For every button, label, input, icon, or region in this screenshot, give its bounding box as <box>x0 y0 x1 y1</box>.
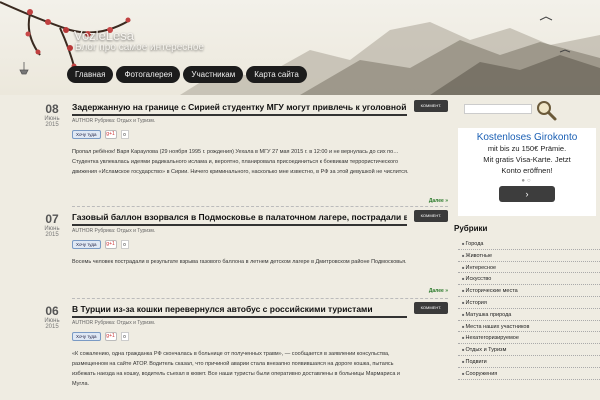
post-date: 07 Июнь 2015 <box>38 212 66 238</box>
nav-item-members[interactable]: Участникам <box>183 66 244 83</box>
share-row: Хочу туда g+1 0 <box>72 332 448 341</box>
post-item: 08 Июнь 2015 Задержанную на границе с Си… <box>38 96 448 206</box>
search-input[interactable] <box>464 104 532 114</box>
rubrics-heading: Рубрики <box>454 224 488 233</box>
rubric-item[interactable]: Животные <box>458 250 600 262</box>
read-more-link[interactable]: Далее » <box>429 198 448 204</box>
rubric-item[interactable]: Места наших участников <box>458 321 600 333</box>
rubric-item[interactable]: Подвиги <box>458 356 600 368</box>
post-date: 06 Июнь 2015 <box>38 304 66 330</box>
gplus-count: 0 <box>120 130 129 139</box>
gplus-button[interactable]: g+1 <box>104 240 117 249</box>
site-title[interactable]: VozleLesa <box>74 28 134 43</box>
share-row: Хочу туда g+1 0 <box>72 240 448 249</box>
date-day: 06 <box>45 304 59 318</box>
rubric-item[interactable]: Города <box>458 238 600 250</box>
rubric-item[interactable]: История <box>458 297 600 309</box>
post-list: 08 Июнь 2015 Задержанную на границе с Си… <box>38 96 448 400</box>
gplus-button[interactable]: g+1 <box>104 130 117 139</box>
nav-item-sitemap[interactable]: Карта сайта <box>246 66 307 83</box>
title-underline <box>72 316 407 318</box>
rubric-item[interactable]: Искусство <box>458 273 600 286</box>
nav-item-home[interactable]: Главная <box>67 66 114 83</box>
share-button[interactable]: Хочу туда <box>72 240 101 249</box>
comment-badge[interactable]: КОММЕНТ. <box>414 100 448 112</box>
ad-title[interactable]: Kostenloses Girokonto <box>458 132 596 143</box>
rubric-item[interactable]: Отдых и Туризм <box>458 344 600 356</box>
ad-line-3: Konto eröffnen! <box>501 166 553 175</box>
post-item: 07 Июнь 2015 Газовый баллон взорвался в … <box>38 206 448 298</box>
post-body: В Турции из-за кошки перевернулся автобу… <box>72 298 448 389</box>
read-more-link[interactable]: Далее » <box>429 288 448 294</box>
rubric-item[interactable]: Сооружения <box>458 368 600 380</box>
date-year: 2015 <box>45 324 59 330</box>
search-icon[interactable] <box>534 98 558 122</box>
post-body: Газовый баллон взорвался в Подмосковье в… <box>72 206 448 294</box>
rubric-list: Города Животные Интересное Искусство Ист… <box>458 238 600 380</box>
comment-badge[interactable]: КОММЕНТ. <box>414 210 448 222</box>
date-year: 2015 <box>45 122 59 128</box>
post-date: 08 Июнь 2015 <box>38 102 66 128</box>
rubric-item[interactable]: Матушка природа <box>458 309 600 321</box>
main-nav: Главная Фотогалерея Участникам Карта сай… <box>67 66 307 83</box>
advertisement[interactable]: Kostenloses Girokonto mit bis zu 150€ Pr… <box>458 128 596 216</box>
share-button[interactable]: Хочу туда <box>72 332 101 341</box>
gplus-count: 0 <box>120 240 129 249</box>
post-meta: AUTHOR Рубрика: Отдых и Туризм. <box>72 118 156 124</box>
post-excerpt: Пропал ребёнок! Варя Караулова (29 ноябр… <box>72 149 409 175</box>
date-day: 08 <box>45 102 59 116</box>
ad-arrow-button[interactable]: › <box>499 186 555 202</box>
gplus-count: 0 <box>120 332 129 341</box>
share-button[interactable]: Хочу туда <box>72 130 101 139</box>
post-title[interactable]: В Турции из-за кошки перевернулся автобу… <box>72 304 407 314</box>
title-underline <box>72 224 407 226</box>
site-header: VozleLesa Блог про самое интересное Глав… <box>0 0 600 95</box>
title-underline <box>72 114 407 116</box>
comment-badge[interactable]: КОММЕНТ. <box>414 302 448 314</box>
post-item: 06 Июнь 2015 В Турции из-за кошки переве… <box>38 298 448 400</box>
ad-line-2: Mit gratis Visa-Karte. Jetzt <box>483 155 571 164</box>
post-excerpt: Восемь человек пострадали в результате в… <box>72 259 407 265</box>
gplus-button[interactable]: g+1 <box>104 332 117 341</box>
date-day: 07 <box>45 212 59 226</box>
post-title[interactable]: Задержанную на границе с Сирией студентк… <box>72 102 407 112</box>
rubric-item[interactable]: Исторические места <box>458 285 600 297</box>
post-excerpt: «К сожалению, одна гражданка РФ скончала… <box>72 351 400 387</box>
rubric-item[interactable]: Нехатегоризируемое <box>458 332 600 345</box>
ad-pagination-dots: ●○ <box>521 178 533 184</box>
post-meta: AUTHOR Рубрика: Отдых и Туризм. <box>72 320 156 326</box>
nav-item-gallery[interactable]: Фотогалерея <box>116 66 181 83</box>
post-title[interactable]: Газовый баллон взорвался в Подмосковье в… <box>72 212 407 222</box>
date-year: 2015 <box>45 232 59 238</box>
post-body: Задержанную на границе с Сирией студентк… <box>72 96 448 204</box>
share-row: Хочу туда g+1 0 <box>72 130 448 139</box>
site-description: Блог про самое интересное <box>75 42 204 53</box>
ad-line-1: mit bis zu 150€ Prämie. <box>487 144 567 153</box>
rubric-item[interactable]: Интересное <box>458 262 600 274</box>
post-meta: AUTHOR Рубрика: Отдых и Туризм. <box>72 228 156 234</box>
